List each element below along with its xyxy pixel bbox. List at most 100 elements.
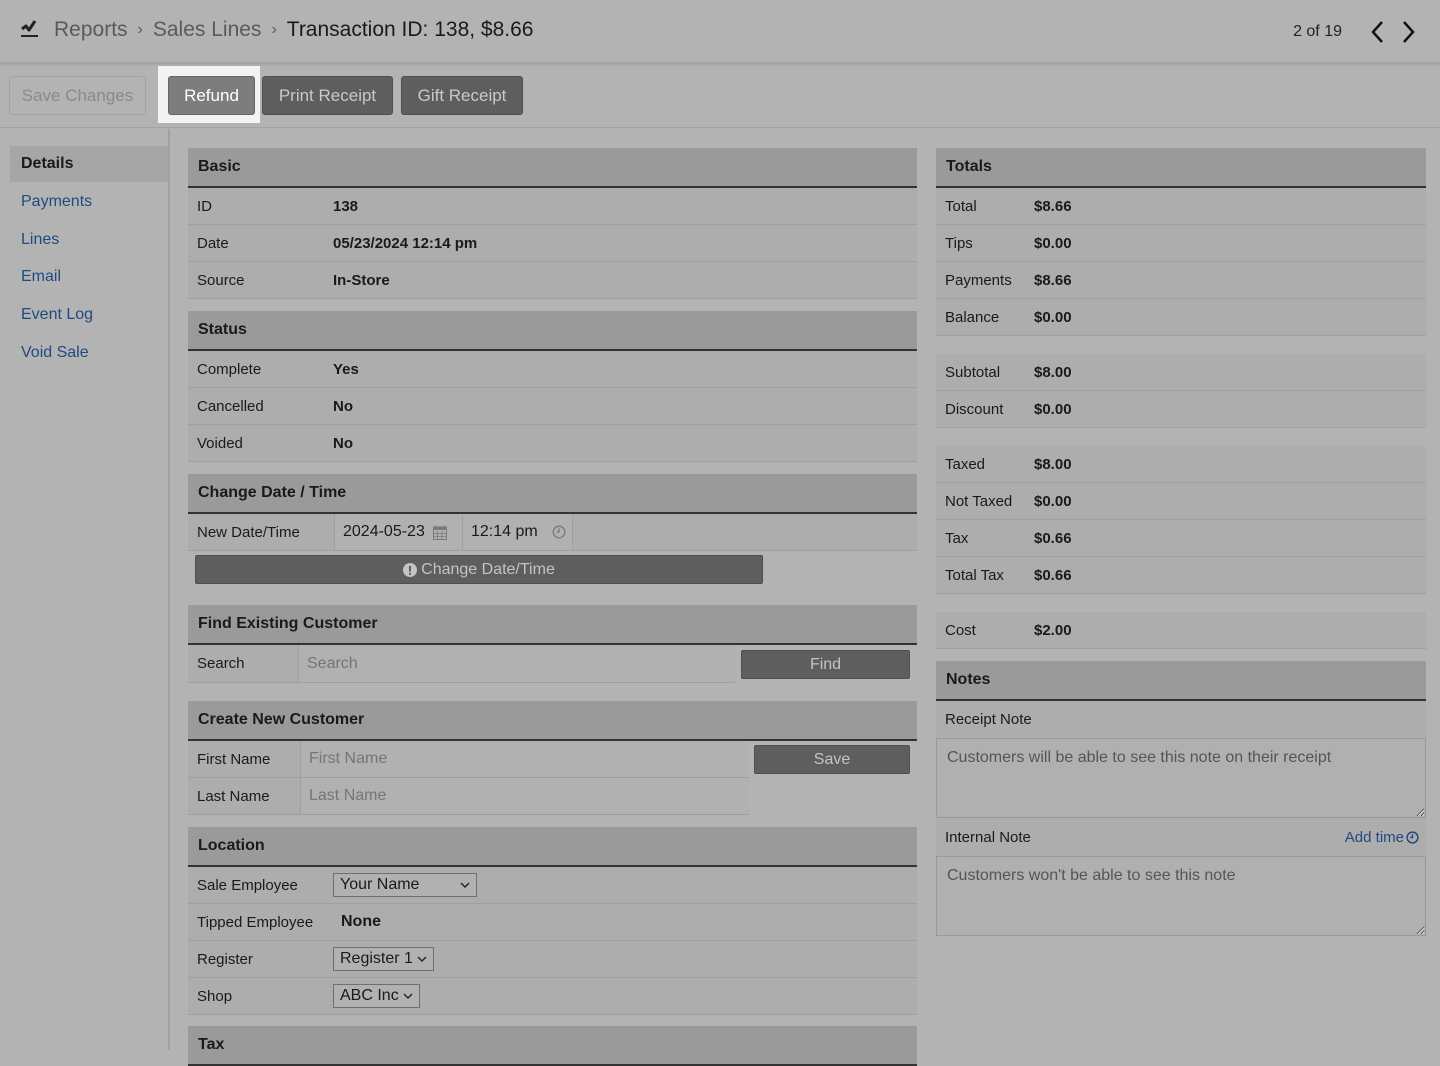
receipt-note-label: Receipt Note xyxy=(945,711,1032,728)
chevron-down-icon xyxy=(460,879,470,891)
find-button[interactable]: Find xyxy=(741,650,910,679)
balance-value: $0.00 xyxy=(1034,308,1072,326)
totals-title: Totals xyxy=(936,148,1426,188)
shop-select[interactable]: ABC Inc xyxy=(333,984,420,1008)
last-name-row: Last Name xyxy=(188,778,749,815)
date-input[interactable]: 2024-05-23 xyxy=(335,514,463,550)
refund-button[interactable]: Refund xyxy=(168,76,255,115)
totals-row-discount: Discount $0.00 xyxy=(936,391,1426,428)
tips-value: $0.00 xyxy=(1034,234,1072,252)
sidebar-item-event-log[interactable]: Event Log xyxy=(10,297,168,333)
internal-note-textarea[interactable] xyxy=(936,856,1426,936)
tax-value: $0.66 xyxy=(1034,529,1072,547)
breadcrumb-sales-lines[interactable]: Sales Lines xyxy=(153,18,262,42)
cancelled-value: No xyxy=(333,397,353,415)
change-datetime-button[interactable]: Change Date/Time xyxy=(195,555,763,584)
basic-row-id: ID 138 xyxy=(188,188,917,225)
last-name-label: Last Name xyxy=(188,778,301,814)
cost-value: $2.00 xyxy=(1034,621,1072,639)
shop-label: Shop xyxy=(197,987,233,1005)
gift-receipt-button[interactable]: Gift Receipt xyxy=(401,76,523,115)
sidebar-item-payments[interactable]: Payments xyxy=(10,184,168,220)
create-customer-title: Create New Customer xyxy=(188,701,917,741)
find-customer-title: Find Existing Customer xyxy=(188,605,917,645)
date-label: Date xyxy=(197,234,229,252)
date-input-value: 2024-05-23 xyxy=(343,523,425,540)
sale-employee-value: Your Name xyxy=(340,876,420,893)
tips-label: Tips xyxy=(945,234,973,252)
customer-search-input[interactable] xyxy=(299,645,735,682)
shop-value: ABC Inc xyxy=(340,987,399,1004)
complete-label: Complete xyxy=(197,360,262,378)
sale-employee-select[interactable]: Your Name xyxy=(333,873,477,897)
totals-panel: Totals Total $8.66 Tips $0.00 Payments $8.6… xyxy=(936,148,1426,336)
cost-label: Cost xyxy=(945,621,976,639)
breadcrumb-separator-icon: › xyxy=(137,21,143,38)
totals-row-not-taxed: Not Taxed $0.00 xyxy=(936,483,1426,520)
pager: 2 of 19 xyxy=(1293,18,1420,46)
tipped-employee-value: None xyxy=(341,913,381,930)
basic-title: Basic xyxy=(188,148,917,188)
cancelled-label: Cancelled xyxy=(197,397,264,415)
id-value: 138 xyxy=(333,197,359,215)
tipped-employee-row: Tipped Employee None xyxy=(188,904,917,941)
first-name-row: First Name xyxy=(188,741,749,778)
time-input-value: 12:14 pm xyxy=(471,523,538,540)
chevron-left-icon[interactable] xyxy=(1366,18,1388,46)
chart-line-icon[interactable] xyxy=(20,18,40,42)
add-time-link[interactable]: Add time xyxy=(1345,829,1419,846)
payments-value: $8.66 xyxy=(1034,271,1072,289)
complete-value: Yes xyxy=(333,360,359,378)
totals-row-cost: Cost $2.00 xyxy=(936,612,1426,649)
voided-label: Voided xyxy=(197,434,243,452)
totals-row-tips: Tips $0.00 xyxy=(936,225,1426,262)
breadcrumb: Reports › Sales Lines › Transaction ID: … xyxy=(20,18,533,42)
new-datetime-label: New Date/Time xyxy=(188,514,335,550)
register-select[interactable]: Register 1 xyxy=(333,947,434,971)
status-panel: Status Complete Yes Cancelled No Voided … xyxy=(188,311,917,462)
sidebar-item-lines[interactable]: Lines xyxy=(10,222,168,258)
save-customer-button[interactable]: Save xyxy=(754,745,910,774)
basic-row-source: Source In-Store xyxy=(188,262,917,299)
save-changes-button[interactable]: Save Changes xyxy=(9,76,146,115)
totals-row-tax: Tax $0.66 xyxy=(936,520,1426,557)
find-customer-row: Search xyxy=(188,645,735,683)
clock-icon[interactable] xyxy=(552,525,566,539)
internal-note-header: Internal Note Add time xyxy=(936,818,1426,856)
change-datetime-panel: Change Date / Time New Date/Time 2024-05… xyxy=(188,474,917,590)
balance-label: Balance xyxy=(945,308,1000,326)
totals-row-balance: Balance $0.00 xyxy=(936,299,1426,336)
shop-row: Shop ABC Inc xyxy=(188,978,917,1015)
date-value: 05/23/2024 12:14 pm xyxy=(333,234,478,252)
sidebar-item-void-sale[interactable]: Void Sale xyxy=(10,335,168,371)
sale-employee-row: Sale Employee Your Name xyxy=(188,867,917,904)
search-label: Search xyxy=(188,645,299,682)
basic-row-date: Date 05/23/2024 12:14 pm xyxy=(188,225,917,262)
tax-title-text: Tax xyxy=(198,1036,225,1053)
total-value: $8.66 xyxy=(1034,197,1072,215)
tax-label: Tax xyxy=(945,529,969,547)
notes-panel: Notes Receipt Note Internal Note Add tim… xyxy=(936,661,1426,936)
totals-row-payments: Payments $8.66 xyxy=(936,262,1426,299)
first-name-input[interactable] xyxy=(301,741,749,777)
sidebar-item-details[interactable]: Details xyxy=(10,146,168,182)
location-title: Location xyxy=(188,827,917,867)
totals-row-total-tax: Total Tax $0.66 xyxy=(936,557,1426,594)
time-input[interactable]: 12:14 pm xyxy=(463,514,573,550)
internal-note-label: Internal Note xyxy=(945,828,1031,846)
tax-title: Tax xyxy=(188,1026,917,1066)
discount-label: Discount xyxy=(945,400,1004,418)
taxed-value: $8.00 xyxy=(1034,455,1072,473)
chevron-right-icon[interactable] xyxy=(1398,18,1420,46)
location-panel: Location Sale Employee Your Name Tipped … xyxy=(188,827,917,1015)
sidebar-item-email[interactable]: Email xyxy=(10,259,168,295)
receipt-note-textarea[interactable] xyxy=(936,738,1426,818)
sale-employee-label: Sale Employee xyxy=(197,876,298,894)
sidebar: Details Payments Lines Email Event Log V… xyxy=(0,129,170,1050)
last-name-input[interactable] xyxy=(301,778,749,814)
print-receipt-button[interactable]: Print Receipt xyxy=(262,76,393,115)
breadcrumb-reports[interactable]: Reports xyxy=(54,18,128,42)
total-tax-value: $0.66 xyxy=(1034,566,1072,584)
voided-value: No xyxy=(333,434,353,452)
calendar-icon[interactable] xyxy=(432,524,447,540)
